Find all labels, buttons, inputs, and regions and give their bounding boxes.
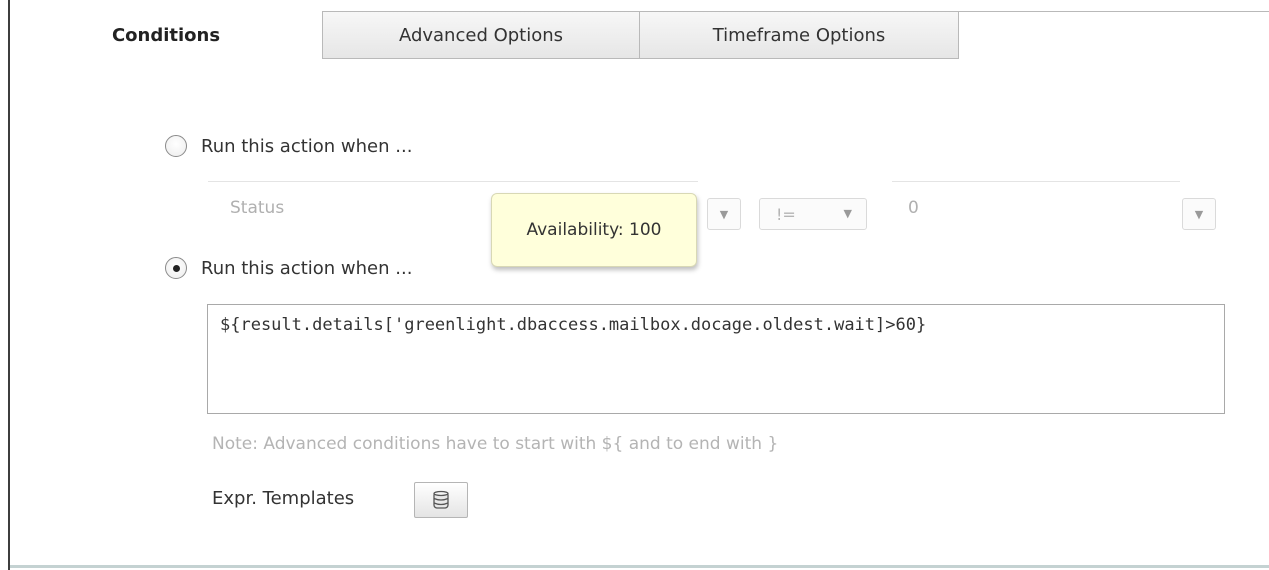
tab-timeframe-options[interactable]: Timeframe Options — [639, 11, 959, 59]
caret-down-icon: ▼ — [719, 207, 729, 221]
operator-value: != — [776, 205, 796, 224]
caret-down-icon: ▼ — [1194, 207, 1204, 221]
expression-templates-label: Expr. Templates — [212, 488, 355, 509]
status-dropdown-button[interactable]: ▼ — [707, 198, 741, 230]
simple-condition-option[interactable]: Run this action when ... — [165, 135, 412, 157]
status-field-value: Status — [230, 198, 285, 218]
expression-input[interactable]: ${result.details['greenlight.dbaccess.ma… — [207, 304, 1225, 414]
simple-condition-label: Run this action when ... — [201, 135, 413, 157]
operator-select[interactable]: != ▼ — [759, 198, 867, 230]
expression-note: Note: Advanced conditions have to start … — [212, 434, 779, 454]
tooltip: Availability: 100 — [491, 193, 697, 267]
panel-bottom-border — [10, 565, 1269, 568]
value-dropdown-button[interactable]: ▼ — [1182, 198, 1216, 230]
caret-down-icon: ▼ — [843, 207, 852, 220]
simple-condition-row: Status ▼ != ▼ 0 ▼ — [208, 181, 1228, 231]
tooltip-text: Availability: 100 — [526, 220, 662, 240]
expression-templates-button[interactable] — [414, 482, 468, 518]
advanced-condition-label: Run this action when ... — [201, 257, 413, 279]
tab-bar: Conditions Advanced Options Timeframe Op… — [10, 11, 1269, 59]
advanced-condition-radio[interactable] — [165, 257, 187, 279]
simple-condition-radio[interactable] — [165, 135, 187, 157]
tab-advanced-options[interactable]: Advanced Options — [322, 11, 640, 59]
value-field-value: 0 — [908, 198, 919, 218]
advanced-condition-option[interactable]: Run this action when ... — [165, 257, 412, 279]
value-field[interactable]: 0 — [892, 181, 1180, 231]
database-icon — [433, 490, 449, 509]
panel-frame — [8, 0, 1269, 570]
radio-selected-dot — [172, 264, 180, 272]
tab-conditions[interactable]: Conditions — [10, 11, 322, 59]
